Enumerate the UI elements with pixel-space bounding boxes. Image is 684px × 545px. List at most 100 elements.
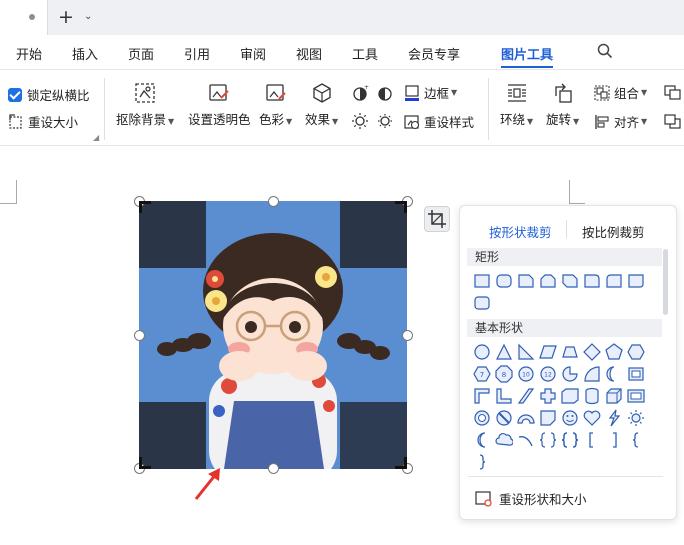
shape-basic-option[interactable]	[495, 387, 513, 405]
shape-basic-option[interactable]	[627, 409, 645, 427]
shape-rectangle-option[interactable]	[517, 272, 535, 290]
send-backward-icon[interactable]	[664, 112, 682, 130]
shape-basic-option[interactable]	[539, 387, 557, 405]
shape-basic-option[interactable]	[495, 431, 513, 449]
crop-corner-handle[interactable]	[139, 457, 151, 469]
shape-basic-option[interactable]	[605, 387, 623, 405]
shape-basic-option[interactable]	[539, 409, 557, 427]
shape-basic-option[interactable]	[473, 343, 491, 361]
tab-crop-by-ratio[interactable]: 按比例裁剪	[582, 222, 645, 241]
contrast-increase-icon[interactable]: +	[351, 84, 369, 102]
shape-basic-option[interactable]	[583, 343, 601, 361]
resize-handle-bottom[interactable]	[268, 463, 279, 474]
tab-home[interactable]: 开始	[16, 44, 42, 63]
shape-rectangle-option[interactable]	[539, 272, 557, 290]
shape-rectangle-option[interactable]	[473, 294, 491, 312]
shape-basic-option[interactable]	[473, 409, 491, 427]
contrast-decrease-icon[interactable]	[376, 84, 394, 102]
align-button[interactable]: 对齐 ▼	[594, 112, 647, 131]
reset-shape-and-size-button[interactable]: 重设形状和大小	[475, 489, 587, 508]
tab-references[interactable]: 引用	[184, 44, 210, 63]
shape-rectangle-option[interactable]	[605, 272, 623, 290]
shape-basic-option[interactable]	[473, 453, 491, 471]
shape-basic-option[interactable]	[605, 365, 623, 383]
remove-background-button[interactable]: 抠除背景 ▼	[116, 82, 174, 128]
unsaved-dot-icon	[29, 14, 35, 20]
search-icon[interactable]	[597, 43, 613, 59]
brightness-increase-icon[interactable]	[351, 112, 369, 130]
shape-rectangle-option[interactable]	[495, 272, 513, 290]
shape-basic-option[interactable]	[561, 343, 579, 361]
page-margin-mark	[569, 180, 570, 204]
reset-size-icon	[9, 113, 22, 129]
tab-review[interactable]: 审阅	[240, 44, 266, 63]
shape-basic-option[interactable]	[539, 431, 557, 449]
shape-basic-option[interactable]	[605, 343, 623, 361]
shape-basic-option[interactable]	[561, 431, 579, 449]
shape-rectangle-option[interactable]	[473, 272, 491, 290]
group-expand-icon[interactable]: ◢	[93, 133, 99, 142]
shape-basic-option[interactable]: 7	[473, 365, 491, 383]
shape-basic-option[interactable]	[561, 365, 579, 383]
shape-basic-option[interactable]	[627, 387, 645, 405]
tab-view[interactable]: 视图	[296, 44, 322, 63]
page-margin-mark	[569, 203, 585, 204]
resize-handle-top[interactable]	[268, 196, 279, 207]
shape-basic-option[interactable]	[605, 431, 623, 449]
reset-style-button[interactable]: 重设样式	[404, 112, 474, 131]
shape-basic-option[interactable]: 10	[517, 365, 535, 383]
shape-basic-option[interactable]	[517, 387, 535, 405]
shape-basic-option[interactable]	[495, 343, 513, 361]
border-button[interactable]: 边框 ▼	[404, 83, 457, 102]
shape-basic-option[interactable]	[517, 431, 535, 449]
resize-handle-left[interactable]	[134, 330, 145, 341]
shape-basic-option[interactable]: 8	[495, 365, 513, 383]
document-tab[interactable]	[0, 0, 48, 35]
new-tab-button[interactable]: + ⌄	[58, 6, 98, 28]
shape-basic-option[interactable]: 12	[539, 365, 557, 383]
shape-rectangle-option[interactable]	[627, 272, 645, 290]
rotate-button[interactable]: 旋转 ▼	[546, 82, 579, 128]
shape-basic-option[interactable]	[583, 365, 601, 383]
shape-basic-option[interactable]	[517, 409, 535, 427]
shape-basic-option[interactable]	[627, 365, 645, 383]
selected-picture[interactable]	[139, 201, 407, 469]
resize-handle-right[interactable]	[402, 330, 413, 341]
divider	[468, 476, 663, 477]
tab-insert[interactable]: 插入	[72, 44, 98, 63]
shape-basic-option[interactable]	[627, 431, 645, 449]
tab-tools[interactable]: 工具	[352, 44, 378, 63]
shape-basic-option[interactable]	[627, 343, 645, 361]
shape-basic-option[interactable]	[583, 387, 601, 405]
shape-basic-option[interactable]	[583, 409, 601, 427]
shape-basic-option[interactable]	[517, 343, 535, 361]
brightness-decrease-icon[interactable]	[376, 112, 394, 130]
panel-scrollbar[interactable]	[663, 249, 668, 315]
shape-basic-option[interactable]	[561, 387, 579, 405]
crop-corner-handle[interactable]	[395, 201, 407, 213]
tab-membership[interactable]: 会员专享	[408, 44, 460, 63]
tab-page[interactable]: 页面	[128, 44, 154, 63]
bring-forward-icon[interactable]	[664, 83, 682, 101]
tab-crop-by-shape[interactable]: 按形状裁剪	[489, 222, 552, 241]
wrap-button[interactable]: 环绕 ▼	[500, 82, 533, 128]
crop-button[interactable]	[424, 206, 450, 232]
shape-basic-option[interactable]	[561, 409, 579, 427]
effects-button[interactable]: 效果 ▼	[305, 82, 338, 128]
shape-basic-option[interactable]	[605, 409, 623, 427]
crop-corner-handle[interactable]	[395, 457, 407, 469]
shape-basic-option[interactable]	[539, 343, 557, 361]
shape-basic-option[interactable]	[473, 387, 491, 405]
color-button[interactable]: 色彩 ▼	[259, 82, 292, 128]
crop-corner-handle[interactable]	[139, 201, 151, 213]
reset-size-button[interactable]: 重设大小	[8, 112, 78, 131]
shape-basic-option[interactable]	[495, 409, 513, 427]
group-button[interactable]: 组合 ▼	[594, 83, 647, 102]
tab-picture-tools[interactable]: 图片工具	[501, 44, 553, 63]
shape-basic-option[interactable]	[473, 431, 491, 449]
shape-basic-option[interactable]	[583, 431, 601, 449]
set-transparent-color-button[interactable]: 设置透明色	[188, 82, 251, 128]
lock-aspect-ratio-checkbox[interactable]: 锁定纵横比	[8, 85, 90, 104]
shape-rectangle-option[interactable]	[583, 272, 601, 290]
shape-rectangle-option[interactable]	[561, 272, 579, 290]
